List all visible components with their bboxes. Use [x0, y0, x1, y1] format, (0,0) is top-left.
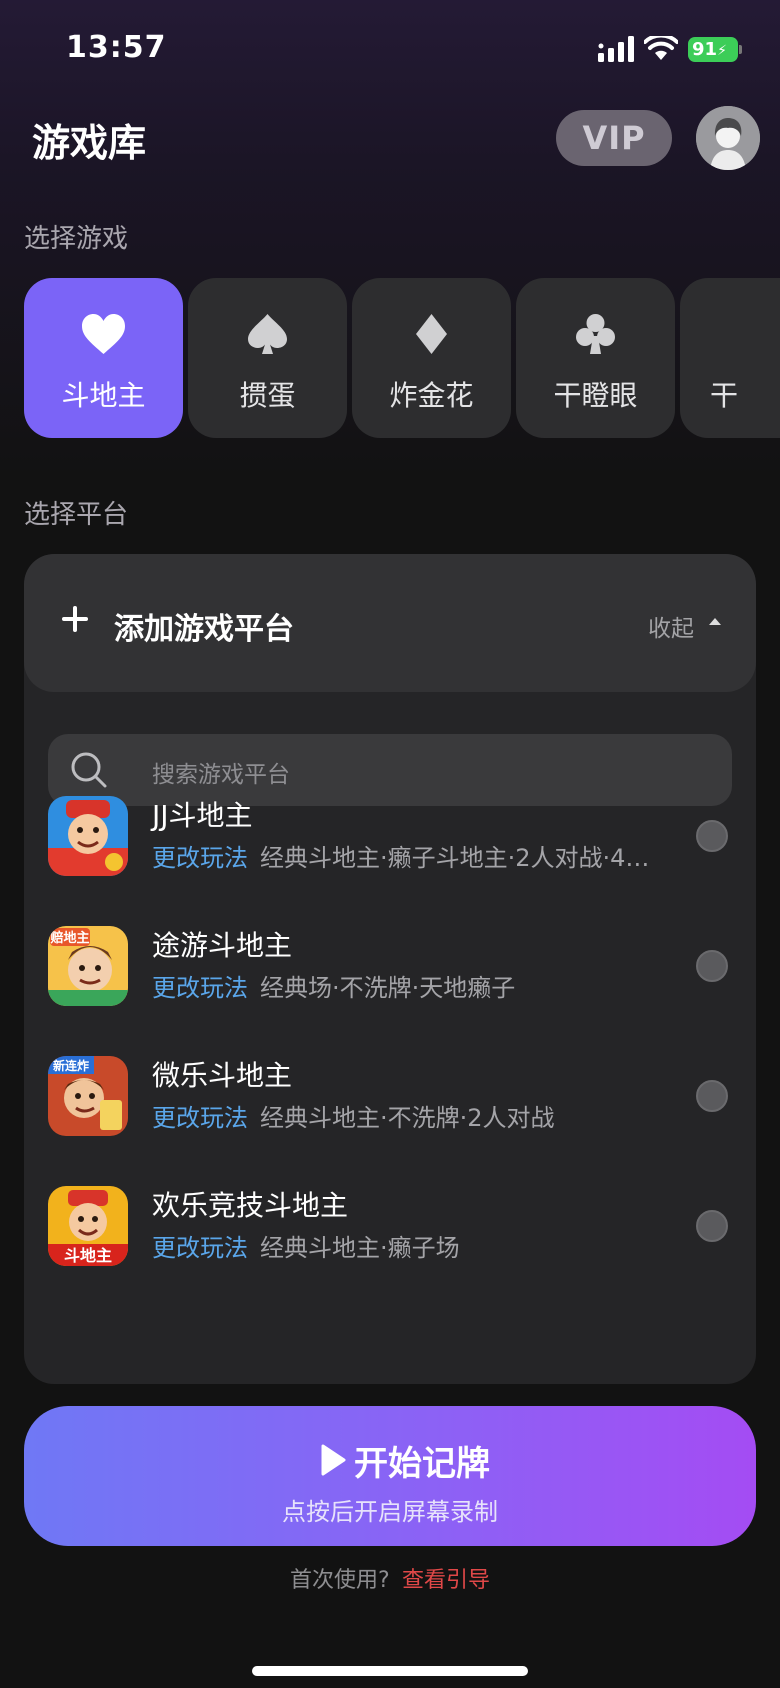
cellular-signal-icon: [598, 36, 634, 62]
start-button-subtitle: 点按后开启屏幕录制: [282, 1498, 498, 1526]
collapse-button[interactable]: 收起: [648, 609, 694, 643]
platform-name: JJ斗地主: [152, 799, 253, 832]
change-rules-link[interactable]: 更改玩法: [152, 968, 248, 1003]
platform-modes: 经典斗地主·癞子斗地主·2人对战·4…: [260, 844, 650, 872]
first-use-text: 首次使用?: [290, 1568, 390, 1593]
platform-item-huanle[interactable]: 斗地主 欢乐竞技斗地主 更改玩法 经典斗地主·癞子场: [24, 1184, 756, 1314]
heart-icon: [82, 314, 125, 354]
search-icon: [71, 752, 107, 788]
status-bar: 13:57 91⚡: [0, 0, 780, 100]
game-card-doudizhu[interactable]: 斗地主: [24, 278, 183, 438]
platform-item-jj[interactable]: JJ斗地主 更改玩法 经典斗地主·癞子斗地主·2人对战·4…: [24, 794, 756, 924]
platform-modes: 经典斗地主·不洗牌·2人对战: [260, 1104, 555, 1132]
platform-radio[interactable]: [696, 950, 728, 982]
platform-radio[interactable]: [696, 1080, 728, 1112]
game-card-label: 炸金花: [389, 379, 474, 412]
avatar[interactable]: [696, 106, 760, 170]
spade-icon: [248, 314, 287, 354]
jj-doudizhu-logo-icon: [48, 796, 128, 876]
search-placeholder: 搜索游戏平台: [152, 762, 290, 788]
game-card-label: 干: [710, 379, 739, 412]
platform-name: 途游斗地主: [152, 929, 293, 962]
platform-modes: 经典场·不洗牌·天地癞子: [260, 974, 516, 1002]
platform-radio[interactable]: [696, 820, 728, 852]
game-selector: 斗地主 掼蛋 炸金花 干瞪眼 干: [24, 278, 780, 438]
caret-up-icon: [709, 618, 721, 625]
club-icon: [576, 314, 615, 354]
tuyou-doudizhu-logo-icon: 赔地主: [48, 926, 128, 1006]
play-icon: [321, 1444, 346, 1476]
change-rules-link[interactable]: 更改玩法: [152, 838, 248, 873]
game-card-label: 干瞪眼: [553, 379, 638, 412]
weile-doudizhu-logo-icon: 新连炸: [48, 1056, 128, 1136]
tuyou-logo: 赔地主: [48, 926, 128, 1006]
platform-item-tuyou[interactable]: 赔地主 途游斗地主 更改玩法 经典场·不洗牌·天地癞子: [24, 924, 756, 1054]
logo-text: 赔地主: [49, 930, 89, 946]
wifi-icon: [644, 36, 678, 60]
logo-text: 斗地主: [64, 1246, 112, 1265]
start-tracking-button[interactable]: 开始记牌 点按后开启屏幕录制: [24, 1406, 756, 1546]
platform-panel: 添加游戏平台 收起 搜索游戏平台 JJ斗地主 更改玩法 经典斗地主·癞子斗地主·…: [24, 554, 756, 1384]
select-game-label: 选择游戏: [24, 224, 129, 254]
view-guide-link[interactable]: 查看引导: [402, 1562, 490, 1594]
page-title: 游戏库: [32, 121, 147, 165]
change-rules-link[interactable]: 更改玩法: [152, 1228, 248, 1263]
home-indicator[interactable]: [252, 1666, 528, 1676]
platform-item-weile[interactable]: 新连炸 微乐斗地主 更改玩法 经典斗地主·不洗牌·2人对战: [24, 1054, 756, 1184]
start-button-label: 开始记牌: [354, 1444, 490, 1484]
vip-button[interactable]: VIP: [556, 110, 672, 166]
battery-icon: 91⚡: [688, 37, 738, 62]
game-card-label: 掼蛋: [239, 379, 296, 412]
battery-cap: [739, 45, 742, 54]
change-rules-link[interactable]: 更改玩法: [152, 1098, 248, 1133]
weile-logo: 新连炸: [48, 1056, 128, 1136]
platform-modes: 经典斗地主·癞子场: [260, 1234, 460, 1262]
select-platform-label: 选择平台: [24, 500, 129, 530]
add-platform-title: 添加游戏平台: [114, 612, 294, 647]
diamond-icon: [416, 314, 447, 354]
user-avatar-icon: [696, 106, 760, 170]
jj-logo: [48, 796, 128, 876]
platform-radio[interactable]: [696, 1210, 728, 1242]
game-card-guandan[interactable]: 掼蛋: [188, 278, 347, 438]
game-card-more[interactable]: 干: [680, 278, 780, 438]
game-card-zhajinhua[interactable]: 炸金花: [352, 278, 511, 438]
status-time: 13:57: [66, 30, 167, 65]
platform-name: 欢乐竞技斗地主: [152, 1189, 349, 1222]
huanle-logo: 斗地主: [48, 1186, 128, 1266]
platform-name: 微乐斗地主: [152, 1059, 293, 1092]
add-platform-header[interactable]: 添加游戏平台 收起: [24, 554, 756, 692]
huanle-doudizhu-logo-icon: 斗地主: [48, 1186, 128, 1266]
plus-icon: [62, 606, 88, 632]
game-card-label: 斗地主: [61, 379, 146, 412]
logo-text: 新连炸: [53, 1058, 89, 1073]
game-card-gandengyan[interactable]: 干瞪眼: [516, 278, 675, 438]
battery-level: 91: [692, 39, 718, 60]
